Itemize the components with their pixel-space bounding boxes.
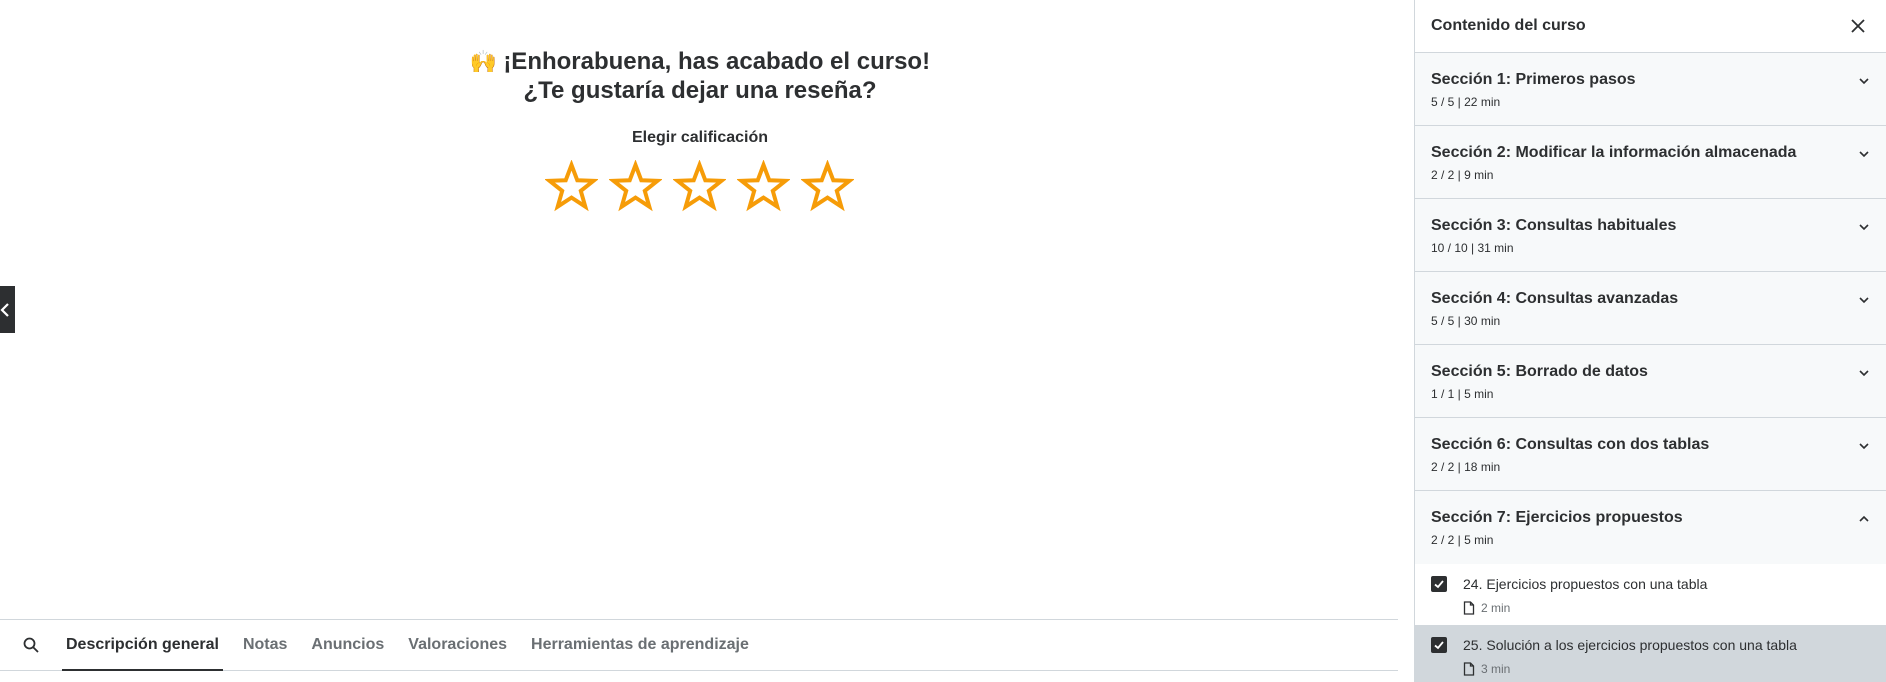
review-question: ¿Te gustaría dejar una reseña? [523,77,877,104]
section-title: Sección 4: Consultas avanzadas [1431,290,1679,307]
checkmark-icon [1434,641,1444,650]
completed-checkbox[interactable] [1431,576,1447,592]
section-meta: 5 / 5 | 22 min [1431,95,1501,109]
close-sidebar-button[interactable] [1846,14,1870,38]
tabs-bar: Descripción general Notas Anuncios Valor… [0,619,1398,671]
review-prompt: 🙌 ¡Enhorabuena, has acabado el curso! ¿Te… [0,0,1400,300]
star-3-icon[interactable] [673,160,726,216]
star-5-icon[interactable] [801,160,854,216]
lecture-title: 24. Ejercicios propuestos con una tabla [1463,576,1708,592]
chevron-down-icon [1858,75,1870,87]
chevron-down-icon [1858,440,1870,452]
course-content-sidebar: Contenido del curso Sección 1: Primeros … [1414,0,1886,682]
chevron-left-icon [0,302,9,317]
sidebar-title: Contenido del curso [1431,17,1586,34]
section-5[interactable]: Sección 5: Borrado de datos 1 / 1 | 5 mi… [1415,345,1886,418]
lecture-meta: 2 min [1463,601,1707,615]
rating-label: Elegir calificación [631,129,769,146]
section-title: Sección 2: Modificar la información alma… [1431,144,1797,161]
section-1[interactable]: Sección 1: Primeros pasos 5 / 5 | 22 min [1415,53,1886,126]
section-title: Sección 6: Consultas con dos tablas [1431,436,1710,453]
star-1-icon[interactable] [545,160,598,216]
chevron-down-icon [1858,148,1870,160]
lecture-duration: 2 min [1481,601,1511,615]
section-meta: 5 / 5 | 30 min [1431,314,1501,328]
tab-descripcion-general[interactable]: Descripción general [62,620,223,671]
search-icon [23,637,39,653]
tab-herramientas-de-aprendizaje[interactable]: Herramientas de aprendizaje [527,620,753,670]
star-rating [545,160,854,216]
chevron-down-icon [1858,221,1870,233]
chevron-up-icon [1858,513,1870,525]
tab-notas[interactable]: Notas [239,620,291,670]
star-2-icon[interactable] [609,160,662,216]
sidebar-header: Contenido del curso [1415,0,1886,53]
section-title: Sección 7: Ejercicios propuestos [1431,509,1683,526]
search-button[interactable] [0,620,62,670]
expand-sidebar-handle[interactable] [0,286,15,333]
section-meta: 10 / 10 | 31 min [1431,241,1514,255]
section-2[interactable]: Sección 2: Modificar la información alma… [1415,126,1886,199]
close-icon [1851,19,1865,33]
section-title: Sección 3: Consultas habituales [1431,217,1677,234]
section-3[interactable]: Sección 3: Consultas habituales 10 / 10 … [1415,199,1886,272]
lecture-title: 25. Solución a los ejercicios propuestos… [1463,637,1797,653]
lecture-meta: 3 min [1463,662,1797,676]
section-meta: 1 / 1 | 5 min [1431,387,1494,401]
section-meta: 2 / 2 | 18 min [1431,460,1501,474]
review-headline: 🙌 ¡Enhorabuena, has acabado el curso! [0,47,1400,76]
section-6[interactable]: Sección 6: Consultas con dos tablas 2 / … [1415,418,1886,491]
review-headline-text: ¡Enhorabuena, has acabado el curso! [503,48,931,75]
file-icon [1463,601,1475,615]
tab-valoraciones[interactable]: Valoraciones [404,620,511,670]
section-meta: 2 / 2 | 5 min [1431,533,1494,547]
section-title: Sección 5: Borrado de datos [1431,363,1648,380]
section-meta: 2 / 2 | 9 min [1431,168,1494,182]
star-4-icon[interactable] [737,160,790,216]
lecture-duration: 3 min [1481,662,1511,676]
section-4[interactable]: Sección 4: Consultas avanzadas 5 / 5 | 3… [1415,272,1886,345]
chevron-down-icon [1858,294,1870,306]
section-7[interactable]: Sección 7: Ejercicios propuestos 2 / 2 |… [1415,491,1886,564]
section-title: Sección 1: Primeros pasos [1431,71,1636,88]
lecture-item-current[interactable]: 25. Solución a los ejercicios propuestos… [1415,625,1886,682]
file-icon [1463,662,1475,676]
main-content: 🙌 ¡Enhorabuena, has acabado el curso! ¿Te… [0,0,1414,682]
completed-checkbox[interactable] [1431,637,1447,653]
tab-anuncios[interactable]: Anuncios [307,620,388,670]
checkmark-icon [1434,580,1444,589]
lecture-item[interactable]: 24. Ejercicios propuestos con una tabla … [1415,564,1886,625]
chevron-down-icon [1858,367,1870,379]
celebration-emoji: 🙌 [469,49,498,74]
